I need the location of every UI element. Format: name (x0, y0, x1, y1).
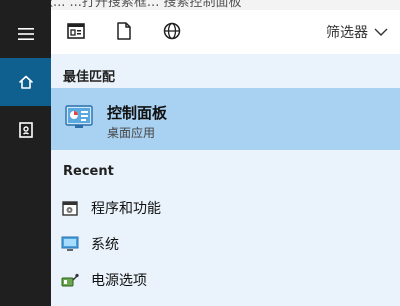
recent-item-programs[interactable]: 程序和功能 (51, 190, 400, 226)
best-match-title: 控制面板 (107, 104, 168, 122)
apps-filter-button[interactable] (65, 20, 87, 42)
home-icon (18, 75, 33, 89)
filter-label: 筛选器 (326, 25, 368, 41)
left-rail (0, 0, 51, 306)
programs-icon (61, 199, 79, 217)
document-icon (117, 22, 131, 40)
home-button[interactable] (0, 58, 51, 106)
web-filter-button[interactable] (161, 20, 183, 42)
recent-item-label: 系统 (91, 237, 119, 253)
recent-item-label: 电源选项 (91, 273, 147, 289)
recent-heading: Recent (63, 164, 114, 179)
search-toolbar: 筛选器 (51, 10, 400, 54)
system-icon (61, 235, 79, 253)
best-match-item[interactable]: 控制面板 桌面应用 (51, 88, 400, 150)
globe-icon (163, 22, 181, 40)
title-strip: 款... ...打开搜索框... 搜索控制面板 (0, 0, 400, 10)
hamburger-icon (17, 28, 34, 40)
recent-item-system[interactable]: 系统 (51, 226, 400, 262)
recent-item-label: 程序和功能 (91, 201, 161, 217)
search-results-panel: 最佳匹配 控制面板 桌面应用 Recent 程序和功能 系统 电源选项 (51, 54, 400, 306)
app-icon (67, 23, 85, 39)
recent-item-power[interactable]: 电源选项 (51, 262, 400, 298)
power-icon (61, 271, 79, 289)
control-panel-icon (65, 105, 93, 129)
documents-filter-button[interactable] (113, 20, 135, 42)
best-match-subtitle: 桌面应用 (107, 126, 156, 140)
title-strip-text: 款... ...打开搜索框... 搜索控制面板 (40, 0, 242, 10)
best-match-heading: 最佳匹配 (63, 70, 116, 85)
search-window: 款... ...打开搜索框... 搜索控制面板 筛选器 最佳匹配 控制面板 桌面… (0, 0, 400, 306)
notebook-icon (18, 122, 33, 138)
notebook-button[interactable] (0, 106, 51, 154)
menu-button[interactable] (0, 10, 51, 58)
filter-dropdown[interactable]: 筛选器 (326, 22, 388, 42)
chevron-down-icon (374, 28, 388, 36)
